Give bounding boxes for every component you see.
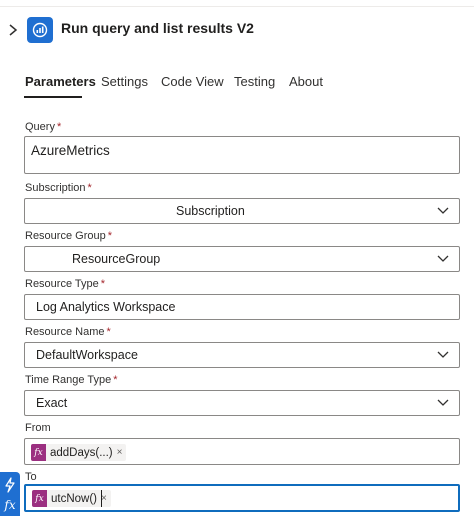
query-value: AzureMetrics [31,143,110,158]
chevron-down-icon [437,255,449,262]
time-range-type-label: Time Range Type * [25,374,118,386]
resource-name-label: Resource Name * [25,326,111,338]
chevron-right-icon[interactable] [6,22,20,38]
resource-group-label: Resource Group * [25,230,112,242]
required-mark: * [56,121,62,133]
remove-token-button[interactable]: × [117,447,123,458]
resource-group-value: ResourceGroup [72,252,161,266]
fx-icon: fx [32,490,47,507]
tab-about[interactable]: About [289,74,323,89]
time-range-type-dropdown[interactable]: Exact [24,390,460,416]
resource-name-value: DefaultWorkspace [36,348,138,362]
resource-type-value: Log Analytics Workspace [36,300,176,314]
subscription-label: Subscription * [25,182,92,194]
time-range-type-value: Exact [36,396,68,410]
action-header: Run query and list results V2 [0,14,474,46]
required-mark: * [107,230,112,242]
fx-icon[interactable]: fx [3,497,17,513]
token-label: utcNow() [51,492,98,505]
tab-parameters[interactable]: Parameters [25,74,96,89]
expression-token[interactable]: fx utcNow() × [32,490,111,507]
chevron-down-icon [437,351,449,358]
resource-group-dropdown[interactable]: ResourceGroup [24,246,460,272]
text-cursor [101,490,102,507]
query-input[interactable]: AzureMetrics [24,136,460,174]
lightning-icon[interactable] [3,477,17,493]
azure-monitor-logs-icon [27,17,53,43]
token-label: addDays(...) [50,446,113,459]
fx-icon: fx [31,444,46,461]
action-title: Run query and list results V2 [61,20,254,36]
required-mark: * [113,374,118,386]
subscription-value: Subscription [176,204,245,218]
required-mark: * [87,182,92,194]
from-label: From [25,422,51,434]
to-input[interactable]: fx utcNow() × [24,484,460,512]
chevron-down-icon [437,207,449,214]
resource-name-dropdown[interactable]: DefaultWorkspace [24,342,460,368]
resource-type-input[interactable]: Log Analytics Workspace [24,294,460,320]
active-tab-indicator [24,96,82,98]
tab-testing[interactable]: Testing [234,74,275,89]
chevron-down-icon [437,399,449,406]
expression-token[interactable]: fx addDays(...) × [31,444,127,461]
query-label: Query * [25,121,62,133]
required-mark: * [106,326,111,338]
to-label: To [25,471,37,483]
dynamic-content-panel-toggle[interactable]: fx [0,472,20,516]
top-divider [0,6,474,7]
required-mark: * [100,278,106,290]
subscription-dropdown[interactable]: Subscription [24,198,460,224]
resource-type-label: Resource Type * [25,278,106,290]
tab-code-view[interactable]: Code View [161,74,224,89]
from-input[interactable]: fx addDays(...) × [24,438,460,465]
tab-settings[interactable]: Settings [101,74,148,89]
